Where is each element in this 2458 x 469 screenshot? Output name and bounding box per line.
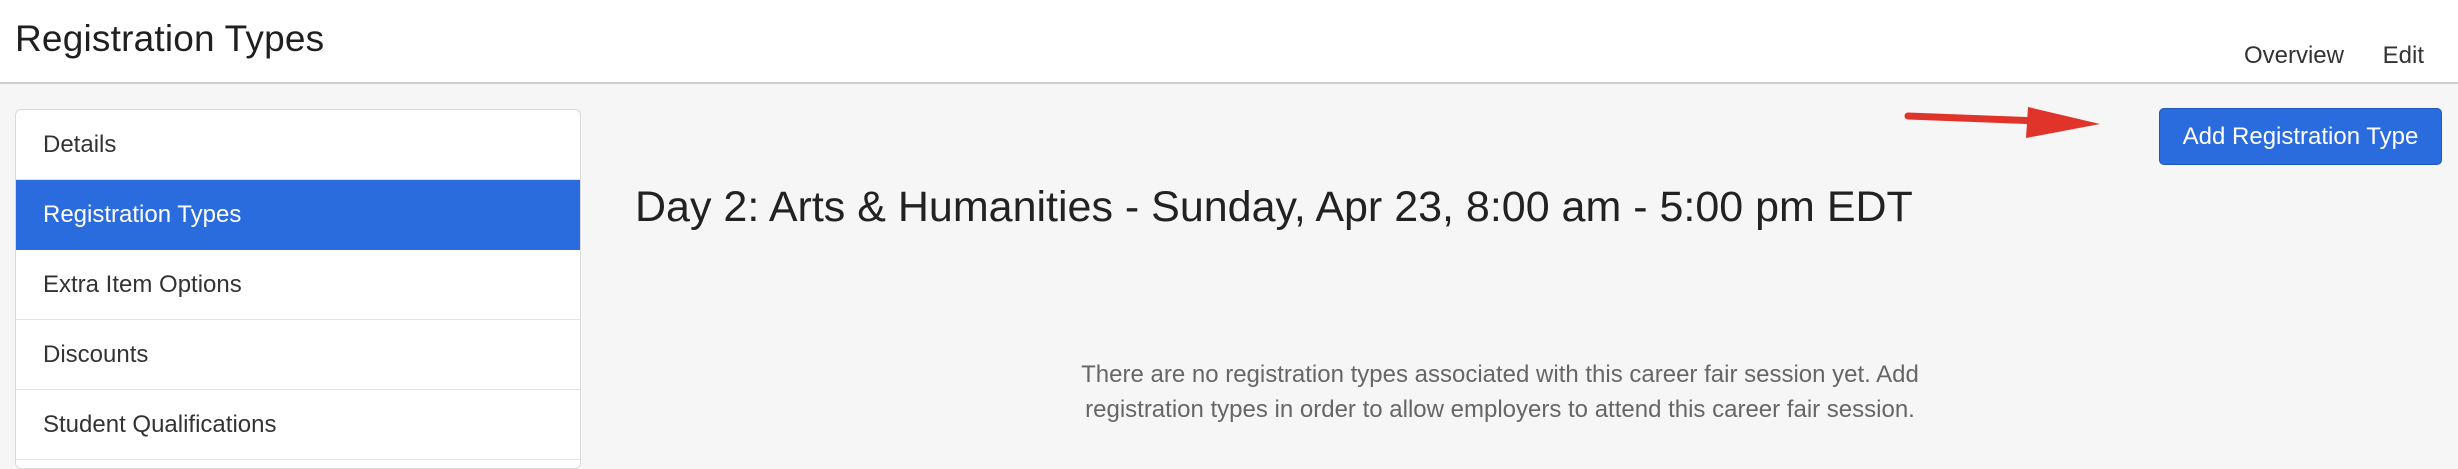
red-arrow-icon: [1904, 107, 2100, 138]
empty-state-message: There are no registration types associat…: [1081, 361, 1919, 423]
sidebar-item-extra-item-options[interactable]: Extra Item Options: [16, 250, 580, 320]
sidebar-item-registration-types[interactable]: Registration Types: [16, 180, 580, 250]
sidebar-item-details[interactable]: Details: [16, 110, 580, 180]
overview-link[interactable]: Overview: [2244, 42, 2344, 70]
session-heading: Day 2: Arts & Humanities - Sunday, Apr 2…: [635, 183, 1913, 231]
add-registration-type-button[interactable]: Add Registration Type: [2159, 108, 2442, 165]
edit-link[interactable]: Edit: [2383, 42, 2424, 70]
sidebar-item-discounts[interactable]: Discounts: [16, 320, 580, 390]
page-title: Registration Types: [15, 18, 325, 59]
sidebar-nav: Details Registration Types Extra Item Op…: [15, 109, 581, 469]
page-header: Registration Types Overview Edit: [0, 0, 2458, 84]
